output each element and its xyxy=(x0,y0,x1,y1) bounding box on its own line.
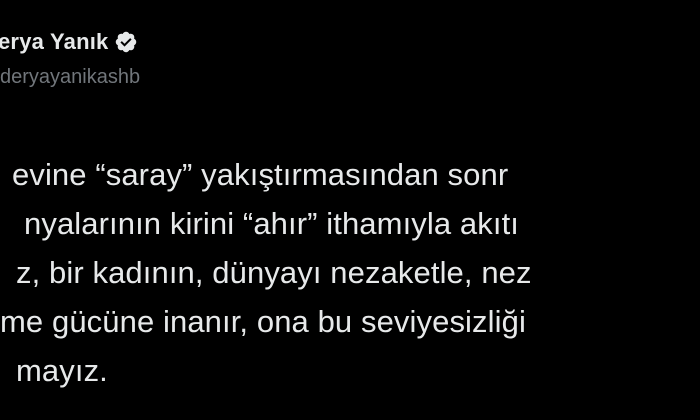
tweet-text: evine “saray” yakıştırmasından sonr nyal… xyxy=(0,150,700,395)
tweet-text-line: me gücüne inanır, ona bu seviyesizliği xyxy=(0,304,526,339)
tweet-text-line: z, bir kadının, dünyayı nezaketle, nez xyxy=(16,255,532,290)
author-name-row: erya Yanık xyxy=(0,28,140,56)
author-handle-text: deryayanikashb xyxy=(0,66,141,88)
author-display-name[interactable]: erya Yanık xyxy=(0,29,108,55)
author-handle[interactable]: deryayanikashb xyxy=(0,66,140,89)
verified-badge-icon xyxy=(114,30,138,54)
tweet-author-header: erya Yanık deryayanikashb xyxy=(0,28,140,89)
tweet-text-line: nyalarının kirini “ahır” ithamıyla akıtı xyxy=(24,206,520,241)
tweet-screenshot: erya Yanık deryayanikashb evine “saray” … xyxy=(0,0,700,420)
tweet-text-line: evine “saray” yakıştırmasından sonr xyxy=(12,157,509,192)
tweet-text-line: mayız. xyxy=(16,353,108,388)
